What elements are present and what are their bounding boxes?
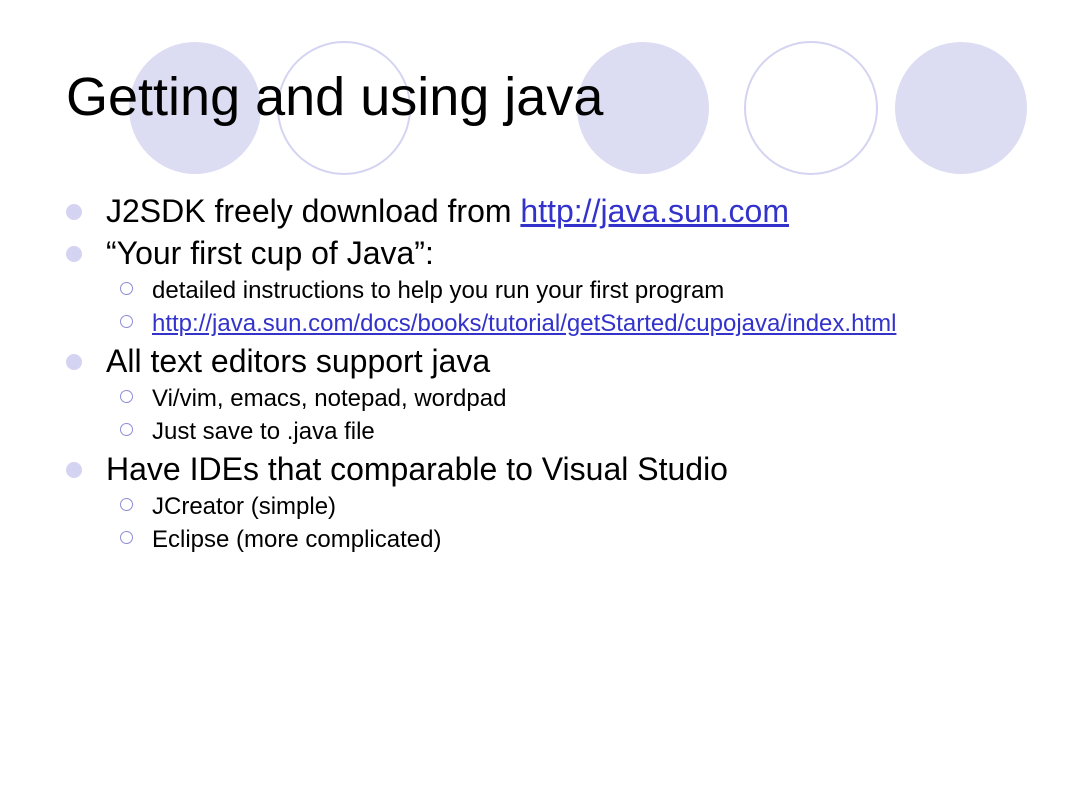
ring-bullet-icon — [120, 390, 133, 403]
sub-bullet-editor-list: Vi/vim, emacs, notepad, wordpad — [66, 384, 1026, 413]
decor-circle-filled-3 — [895, 42, 1027, 174]
sub-bullet-text: detailed instructions to help you run yo… — [152, 277, 725, 304]
slide-content: J2SDK freely download from http://java.s… — [66, 192, 1026, 558]
sub-bullet-text: Vi/vim, emacs, notepad, wordpad — [152, 385, 507, 412]
bullet-dot-icon — [66, 246, 82, 262]
sub-bullet-save-file: Just save to .java file — [66, 417, 1026, 446]
bullet-item-download: J2SDK freely download from http://java.s… — [66, 192, 1026, 230]
bullet-text: All text editors support java — [106, 343, 491, 379]
bullet-text: J2SDK freely download from — [106, 193, 521, 229]
ring-bullet-icon — [120, 282, 133, 295]
decor-circle-outline-2 — [744, 41, 878, 175]
java-sun-link[interactable]: http://java.sun.com — [520, 193, 789, 229]
bullet-dot-icon — [66, 354, 82, 370]
bullet-text: Have IDEs that comparable to Visual Stud… — [106, 451, 728, 487]
tutorial-link[interactable]: http://java.sun.com/docs/books/tutorial/… — [152, 309, 896, 338]
bullet-item-ides: Have IDEs that comparable to Visual Stud… — [66, 450, 1026, 488]
sub-bullet-tutorial-link: http://java.sun.com/docs/books/tutorial/… — [66, 309, 1026, 338]
bullet-text: “Your first cup of Java”: — [106, 235, 434, 271]
slide-title: Getting and using java — [66, 67, 604, 127]
bullet-item-first-cup: “Your first cup of Java”: — [66, 234, 1026, 272]
bullet-dot-icon — [66, 204, 82, 220]
ring-bullet-icon — [120, 315, 133, 328]
sub-bullet-text: Eclipse (more complicated) — [152, 526, 442, 553]
sub-bullet-text: Just save to .java file — [152, 418, 375, 445]
sub-bullet-eclipse: Eclipse (more complicated) — [66, 525, 1026, 554]
bullet-item-editors: All text editors support java — [66, 342, 1026, 380]
sub-bullet-jcreator: JCreator (simple) — [66, 492, 1026, 521]
ring-bullet-icon — [120, 498, 133, 511]
sub-bullet-instructions: detailed instructions to help you run yo… — [66, 276, 1026, 305]
sub-bullet-text: JCreator (simple) — [152, 493, 337, 520]
bullet-dot-icon — [66, 462, 82, 478]
ring-bullet-icon — [120, 531, 133, 544]
ring-bullet-icon — [120, 423, 133, 436]
